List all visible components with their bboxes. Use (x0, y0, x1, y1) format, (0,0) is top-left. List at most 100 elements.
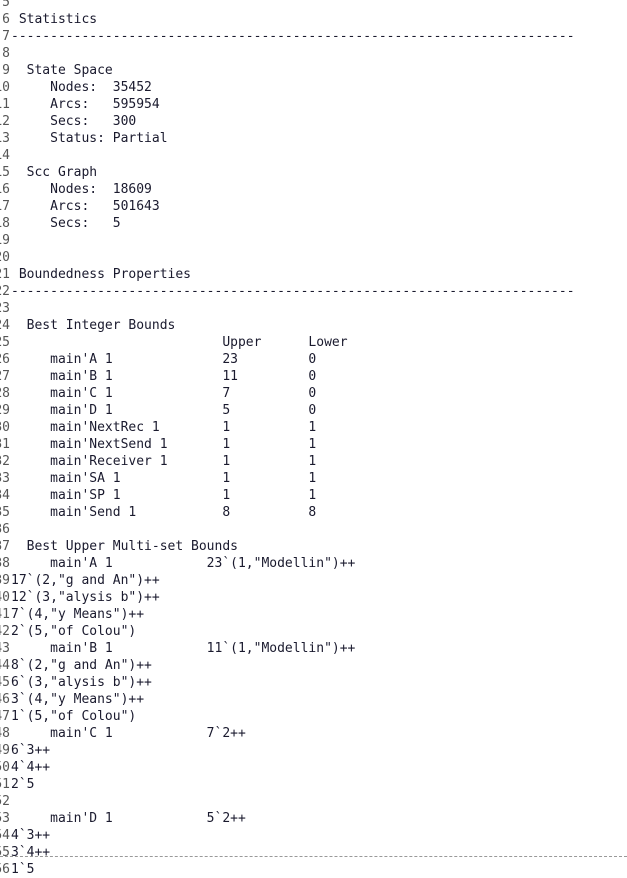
line-text: 4`4++ (11, 760, 51, 775)
line-text: main'C 1 7 0 (11, 386, 317, 401)
line-text: 1`5 (11, 862, 35, 877)
report-line: 27 main'B 1 11 0 (0, 368, 627, 385)
line-number: 49 (0, 743, 10, 758)
report-line: 26 main'A 1 23 0 (0, 351, 627, 368)
line-text: ----------------------------------------… (11, 29, 575, 44)
report-line: 28 main'C 1 7 0 (0, 385, 627, 402)
report-line: 24 Best Integer Bounds (0, 317, 627, 334)
line-number: 29 (0, 403, 10, 418)
line-number: 7 (2, 29, 10, 44)
line-number: 38 (0, 556, 10, 571)
report-line: 30 main'NextRec 1 1 1 (0, 419, 627, 436)
report-line: 13 Status: Partial (0, 130, 627, 147)
line-number: 54 (0, 828, 10, 843)
line-number: 30 (0, 420, 10, 435)
line-text: main'D 1 5`2++ (11, 811, 246, 826)
line-text: 12`(3,"alysis b")++ (11, 590, 160, 605)
report-line: 6 Statistics (0, 11, 627, 28)
line-number: 46 (0, 692, 10, 707)
line-number: 10 (0, 80, 10, 95)
report-line: 496`3++ (0, 742, 627, 759)
line-text: main'SA 1 1 1 (11, 471, 317, 486)
line-text: Best Upper Multi-set Bounds (11, 539, 238, 554)
line-number: 15 (0, 165, 10, 180)
line-number: 27 (0, 369, 10, 384)
line-number: 5 (2, 0, 10, 10)
line-number: 32 (0, 454, 10, 469)
line-text: main'B 1 11 0 (11, 369, 317, 384)
report-line: 3917`(2,"g and An")++ (0, 572, 627, 589)
report-line: 34 main'SP 1 1 1 (0, 487, 627, 504)
line-text: 2`(5,"of Colou") (11, 624, 137, 639)
report-line: 16 Nodes: 18609 (0, 181, 627, 198)
report-line: 4012`(3,"alysis b")++ (0, 589, 627, 606)
line-text: Arcs: 501643 (11, 199, 160, 214)
line-text: Upper Lower (11, 335, 348, 350)
report-line: 504`4++ (0, 759, 627, 776)
report-line: 38 main'A 1 23`(1,"Modellin")++ (0, 555, 627, 572)
line-number: 6 (2, 12, 10, 27)
line-number: 42 (0, 624, 10, 639)
report-line: 18 Secs: 5 (0, 215, 627, 232)
report-line: 17 Arcs: 501643 (0, 198, 627, 215)
report-line: 422`(5,"of Colou") (0, 623, 627, 640)
line-number: 18 (0, 216, 10, 231)
report-line: 14 (0, 147, 627, 164)
line-text: main'Receiver 1 1 1 (11, 454, 317, 469)
report-line: 36 (0, 521, 627, 538)
line-text: 2`5 (11, 777, 35, 792)
line-number: 17 (0, 199, 10, 214)
report-line: 7 ---------------------------------------… (0, 28, 627, 45)
report-line: 32 main'Receiver 1 1 1 (0, 453, 627, 470)
report-line: 20 (0, 249, 627, 266)
line-number: 52 (0, 794, 10, 809)
line-number: 53 (0, 811, 10, 826)
line-number: 51 (0, 777, 10, 792)
report-line: 471`(5,"of Colou") (0, 708, 627, 725)
line-text: main'Send 1 8 8 (11, 505, 317, 520)
line-text: 4`3++ (11, 828, 51, 843)
report-line: 19 (0, 232, 627, 249)
line-text: 7`(4,"y Means")++ (11, 607, 145, 622)
line-text: ----------------------------------------… (11, 284, 575, 299)
report-line: 53 main'D 1 5`2++ (0, 810, 627, 827)
line-number: 39 (0, 573, 10, 588)
line-text: Statistics (11, 12, 98, 27)
line-number: 31 (0, 437, 10, 452)
line-number: 36 (0, 522, 10, 537)
line-number: 28 (0, 386, 10, 401)
report-line: 35 main'Send 1 8 8 (0, 504, 627, 521)
line-number: 16 (0, 182, 10, 197)
line-text: 17`(2,"g and An")++ (11, 573, 160, 588)
line-text: 3`(4,"y Means")++ (11, 692, 145, 707)
line-number: 45 (0, 675, 10, 690)
report-line: 12 Secs: 300 (0, 113, 627, 130)
report-line: 29 main'D 1 5 0 (0, 402, 627, 419)
line-number: 14 (0, 148, 10, 163)
line-text: Secs: 300 (11, 114, 137, 129)
line-text: Status: Partial (11, 131, 168, 146)
line-text: main'C 1 7`2++ (11, 726, 246, 741)
line-text: main'B 1 11`(1,"Modellin")++ (11, 641, 356, 656)
line-text: main'D 1 5 0 (11, 403, 317, 418)
line-number: 44 (0, 658, 10, 673)
report-line: 48 main'C 1 7`2++ (0, 725, 627, 742)
report-line: 448`(2,"g and An")++ (0, 657, 627, 674)
line-number: 37 (0, 539, 10, 554)
line-number: 21 (0, 267, 10, 282)
line-text: 6`(3,"alysis b")++ (11, 675, 152, 690)
line-text: Arcs: 595954 (11, 97, 160, 112)
line-number: 43 (0, 641, 10, 656)
report-line: 21 Boundedness Properties (0, 266, 627, 283)
line-number: 11 (0, 97, 10, 112)
line-text: Nodes: 35452 (11, 80, 152, 95)
line-number: 33 (0, 471, 10, 486)
report-line: 25 Upper Lower (0, 334, 627, 351)
report-line: 417`(4,"y Means")++ (0, 606, 627, 623)
report-line: 22--------------------------------------… (0, 283, 627, 300)
report-line: 23 (0, 300, 627, 317)
line-text: 1`(5,"of Colou") (11, 709, 137, 724)
report-line: 37 Best Upper Multi-set Bounds (0, 538, 627, 555)
report-text-view[interactable]: 56 Statistics 7 --------------------------… (0, 0, 627, 877)
scroll-edge-divider (0, 856, 627, 859)
